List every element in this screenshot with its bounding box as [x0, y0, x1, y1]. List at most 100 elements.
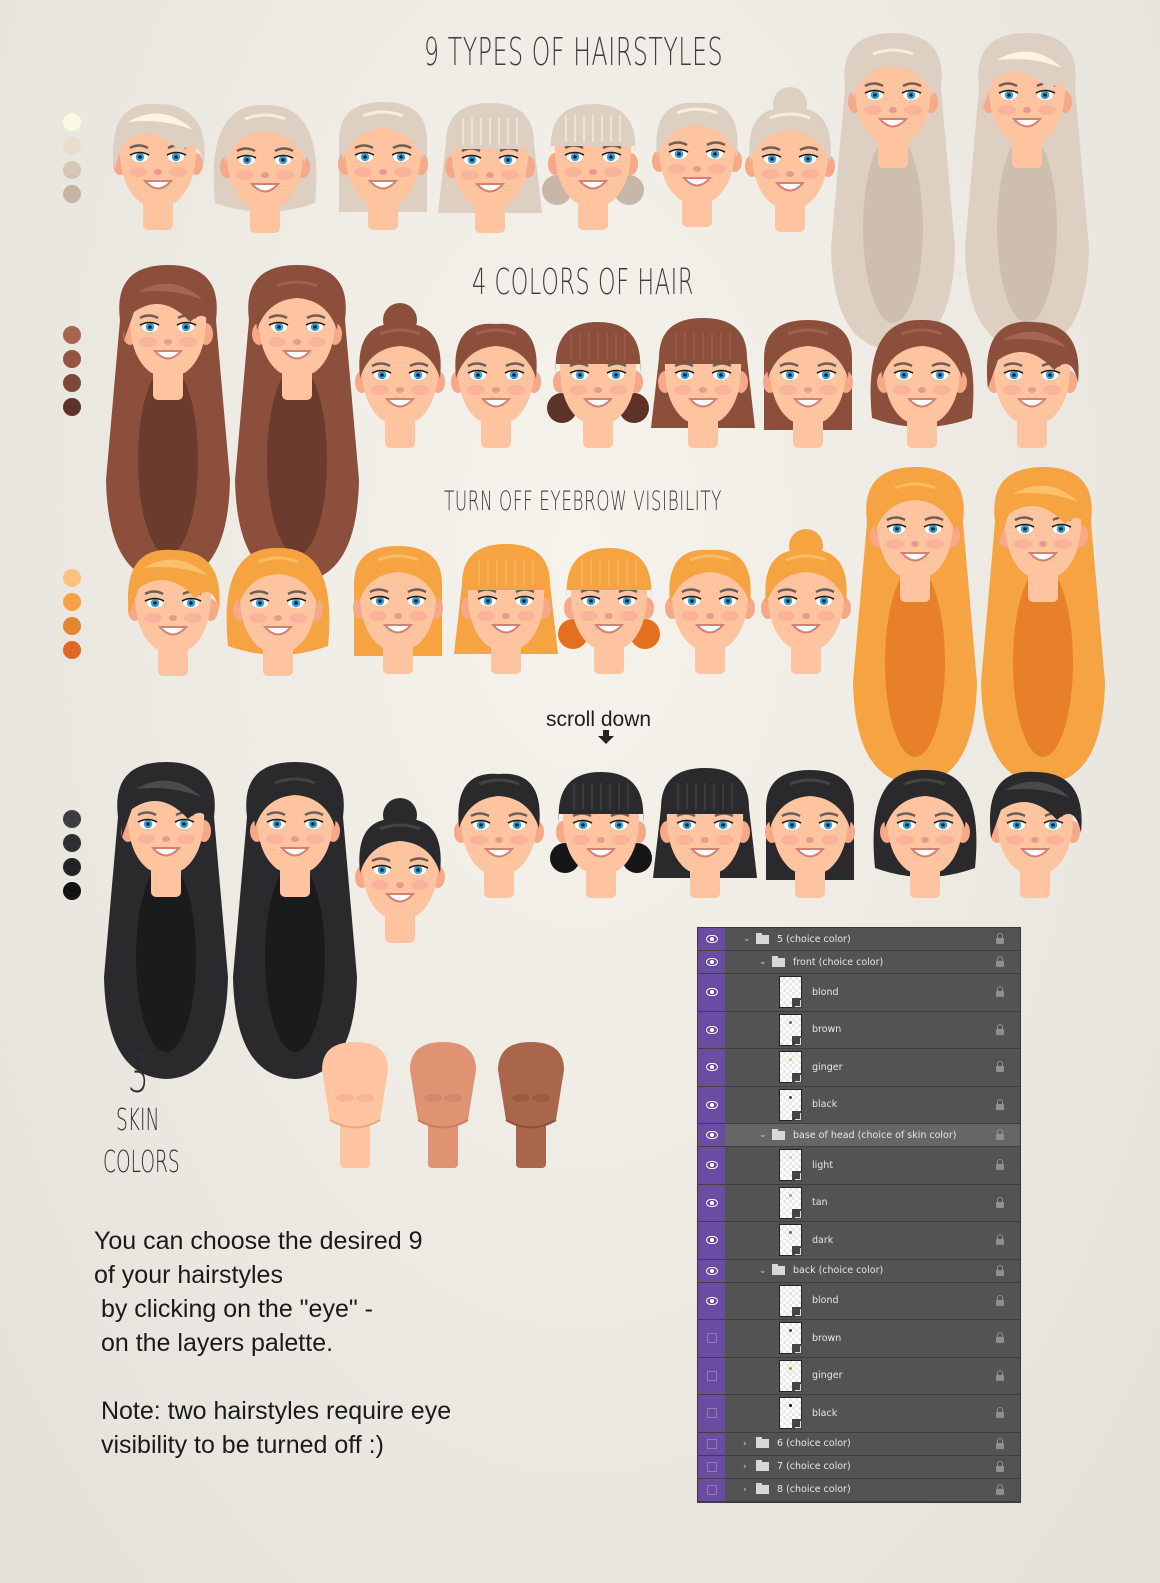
layer-name: blond: [812, 1295, 839, 1307]
lock-icon[interactable]: [996, 1129, 1004, 1140]
layer-group-row[interactable]: ⌄ front (choice color): [698, 951, 1020, 974]
chevron-right-icon[interactable]: ›: [743, 1439, 753, 1449]
cheek-blush: [184, 613, 202, 623]
layer-thumbnail: [779, 1051, 802, 1084]
layer-group-row[interactable]: ⌄ 5 (choice color): [698, 928, 1020, 951]
visibility-eye-icon[interactable]: [698, 974, 725, 1011]
lock-icon[interactable]: [996, 1159, 1004, 1171]
lock-icon[interactable]: [996, 956, 1004, 967]
visibility-toggle-empty[interactable]: [698, 1320, 725, 1357]
layer-row[interactable]: ginger: [698, 1357, 1020, 1395]
thumbnail-dot: [789, 1193, 792, 1197]
nose: [396, 882, 404, 888]
layer-group-row[interactable]: › 8 (choice color): [698, 1478, 1020, 1502]
lock-icon[interactable]: [996, 1196, 1004, 1208]
layer-name: brown: [812, 1332, 842, 1344]
layer-row[interactable]: blond: [698, 1282, 1020, 1320]
layer-thumbnail: [779, 1359, 802, 1392]
visibility-eye-icon[interactable]: [698, 1011, 725, 1048]
visibility-eye-icon[interactable]: [698, 1086, 725, 1123]
cheek-blush: [572, 835, 590, 845]
cheek-blush: [1006, 835, 1024, 845]
eye-icon: [705, 1198, 718, 1207]
head-brown-bun: [355, 303, 445, 448]
layer-row[interactable]: blond: [698, 974, 1020, 1012]
lock-icon[interactable]: [996, 1437, 1004, 1449]
lock-icon[interactable]: [996, 933, 1004, 944]
lock-icon[interactable]: [996, 1294, 1004, 1306]
chevron-right-icon[interactable]: ›: [743, 1485, 753, 1495]
head-blond-straight: [338, 102, 428, 230]
cheek-blush: [517, 611, 535, 621]
layer-row[interactable]: black: [698, 1086, 1020, 1124]
pupil: [589, 599, 593, 603]
pupil: [138, 155, 142, 159]
visibility-toggle-empty[interactable]: [698, 1395, 725, 1432]
pupil: [515, 823, 519, 827]
visibility-toggle-empty[interactable]: [698, 1357, 725, 1394]
layer-name: 5 (choice color): [777, 933, 851, 945]
layer-row[interactable]: light: [698, 1147, 1020, 1185]
visibility-eye-icon[interactable]: [698, 1124, 725, 1146]
layer-row[interactable]: ginger: [698, 1049, 1020, 1087]
visibility-eye-icon[interactable]: [698, 951, 725, 973]
chevron-right-icon[interactable]: ›: [743, 1462, 753, 1472]
layer-name: 6 (choice color): [777, 1438, 851, 1449]
lock-icon[interactable]: [996, 1098, 1004, 1110]
layer-row[interactable]: tan: [698, 1184, 1020, 1222]
cheek-blush: [409, 611, 427, 621]
layer-group-row[interactable]: ⌄ back (choice color): [698, 1259, 1020, 1283]
visibility-eye-icon[interactable]: [698, 1147, 725, 1184]
pupil: [399, 155, 403, 159]
layer-group-row[interactable]: › 7 (choice color): [698, 1455, 1020, 1479]
lock-icon[interactable]: [996, 1369, 1004, 1381]
layer-row[interactable]: black: [698, 1395, 1020, 1433]
visibility-eye-icon[interactable]: [698, 1184, 725, 1221]
lock-icon[interactable]: [996, 986, 1004, 998]
chevron-down-icon[interactable]: ⌄: [759, 1130, 769, 1140]
head-black-bangs: [653, 768, 757, 898]
visibility-eye-icon[interactable]: [698, 1282, 725, 1319]
visibility-toggle-empty[interactable]: [698, 1432, 725, 1455]
head-blond-bun: [745, 87, 835, 232]
head-blond-long: [831, 33, 955, 350]
eye-socket: [356, 1094, 374, 1102]
lock-icon[interactable]: [996, 1264, 1004, 1276]
lock-icon[interactable]: [996, 1483, 1004, 1495]
cheek-blush: [801, 169, 819, 179]
lock-icon[interactable]: [996, 1234, 1004, 1246]
layer-group-row[interactable]: ⌄ base of head (choice of skin color): [698, 1124, 1020, 1147]
layer-group-row[interactable]: › 6 (choice color): [698, 1432, 1020, 1456]
pupil: [479, 823, 483, 827]
lock-icon[interactable]: [996, 1061, 1004, 1073]
head-ginger-bob: [226, 547, 330, 676]
layer-name: black: [812, 1407, 838, 1419]
smart-object-icon: [792, 1171, 802, 1182]
visibility-eye-icon[interactable]: [698, 928, 725, 950]
cheek-blush: [777, 611, 795, 621]
visibility-eye-icon[interactable]: [698, 1222, 725, 1259]
nose: [911, 541, 919, 547]
cheek-blush: [998, 105, 1016, 115]
chevron-down-icon[interactable]: ⌄: [759, 1266, 769, 1276]
layer-row[interactable]: brown: [698, 1320, 1020, 1358]
visibility-eye-icon[interactable]: [698, 1259, 725, 1282]
pupil: [363, 155, 367, 159]
visibility-toggle-empty[interactable]: [698, 1478, 725, 1501]
pupil: [609, 155, 613, 159]
lock-icon[interactable]: [996, 1407, 1004, 1419]
layer-row[interactable]: dark: [698, 1222, 1020, 1260]
layer-row[interactable]: brown: [698, 1011, 1020, 1049]
lock-icon[interactable]: [996, 1023, 1004, 1035]
visibility-eye-icon[interactable]: [698, 1049, 725, 1086]
lock-icon[interactable]: [996, 1332, 1004, 1344]
chevron-down-icon[interactable]: ⌄: [743, 934, 753, 944]
lock-icon[interactable]: [996, 1460, 1004, 1472]
cheek-blush: [236, 170, 254, 180]
layer-name: black: [812, 1099, 838, 1111]
visibility-toggle-empty[interactable]: [698, 1455, 725, 1478]
chevron-down-icon[interactable]: ⌄: [759, 957, 769, 967]
cheek-blush: [306, 834, 324, 844]
skin-head-tan: [410, 1042, 476, 1168]
nose: [921, 837, 929, 843]
